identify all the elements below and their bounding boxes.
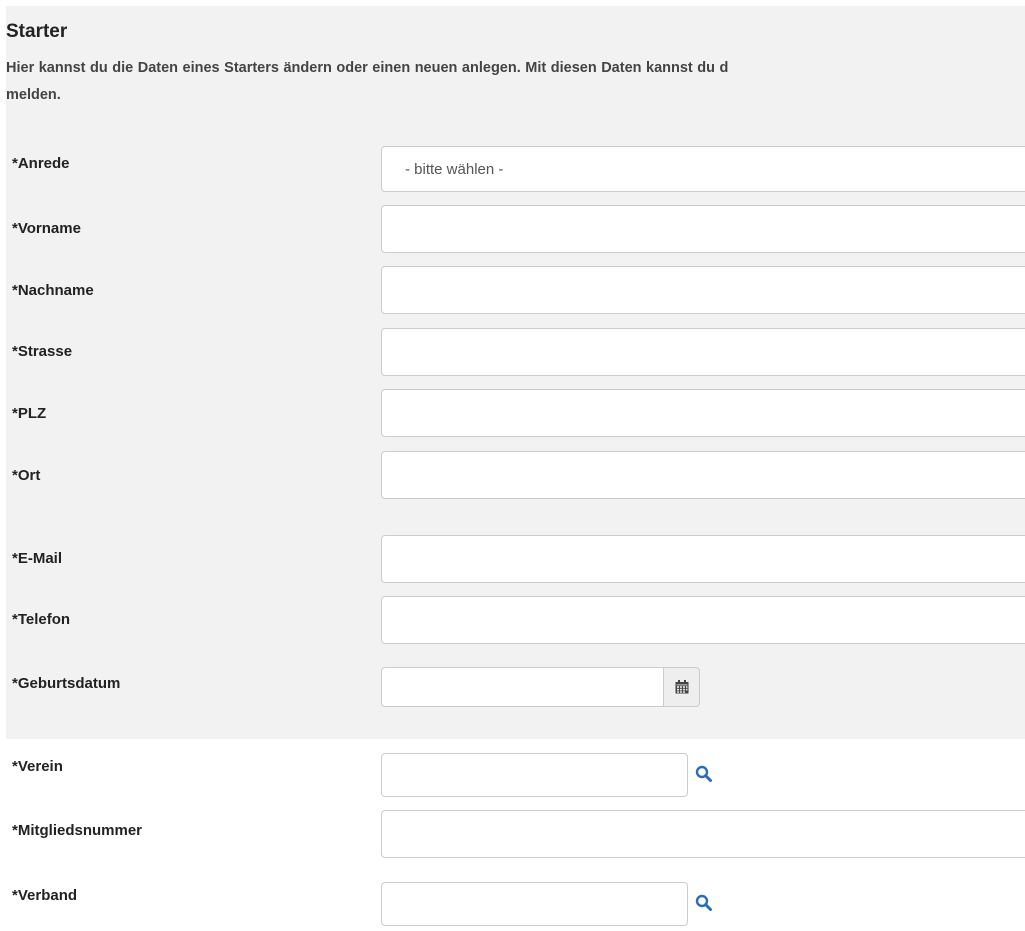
email-label: *E-Mail (12, 550, 63, 567)
anrede-label: *Anrede (12, 155, 70, 172)
search-icon (695, 765, 712, 782)
verein-search-button[interactable] (695, 765, 715, 785)
anrede-selected-value: - bitte wählen - (405, 161, 504, 178)
plz-input[interactable] (381, 389, 1025, 437)
strasse-label: *Strasse (12, 343, 73, 360)
ort-row: *Ort (0, 451, 1025, 499)
nachname-input[interactable] (381, 266, 1025, 314)
page-description: Hier kannst du die Daten eines Starters … (6, 55, 1025, 109)
datepicker-button[interactable] (663, 667, 700, 707)
verein-label: *Verein (12, 758, 63, 775)
verband-label: *Verband (12, 887, 78, 904)
nachname-row: *Nachname (0, 266, 1025, 314)
telefon-input[interactable] (381, 596, 1025, 644)
ort-label: *Ort (12, 467, 41, 484)
nachname-label: *Nachname (12, 282, 94, 299)
email-input[interactable] (381, 535, 1025, 583)
vorname-row: *Vorname (0, 205, 1025, 253)
vorname-input[interactable] (381, 205, 1025, 253)
geburtsdatum-group (381, 667, 700, 707)
page-title: Starter (6, 21, 68, 42)
verband-row: *Verband (0, 882, 1025, 930)
anrede-row: *Anrede - bitte wählen - (0, 146, 1025, 194)
vorname-label: *Vorname (12, 220, 81, 237)
strasse-input[interactable] (381, 328, 1025, 376)
verband-search-button[interactable] (695, 894, 715, 914)
geburtsdatum-input[interactable] (381, 667, 663, 707)
telefon-row: *Telefon (0, 596, 1025, 644)
mitgliedsnummer-input[interactable] (381, 810, 1025, 858)
plz-label: *PLZ (12, 405, 47, 422)
email-row: *E-Mail (0, 535, 1025, 583)
geburtsdatum-row: *Geburtsdatum (0, 667, 1025, 715)
anrede-select[interactable]: - bitte wählen - (381, 146, 1025, 192)
strasse-row: *Strasse (0, 328, 1025, 376)
verein-row: *Verein (0, 753, 1025, 801)
geburtsdatum-label: *Geburtsdatum (12, 675, 121, 692)
mitgliedsnummer-label: *Mitgliedsnummer (12, 822, 143, 839)
telefon-label: *Telefon (12, 611, 71, 628)
verein-input[interactable] (381, 753, 688, 797)
plz-row: *PLZ (0, 389, 1025, 437)
search-icon (695, 894, 712, 911)
page-description-line-1: Hier kannst du die Daten eines Starters … (6, 60, 729, 76)
page-description-line-2: melden. (6, 87, 61, 103)
verband-input[interactable] (381, 882, 688, 926)
mitgliedsnummer-row: *Mitgliedsnummer (0, 810, 1025, 858)
calendar-icon (675, 680, 689, 694)
ort-input[interactable] (381, 451, 1025, 499)
